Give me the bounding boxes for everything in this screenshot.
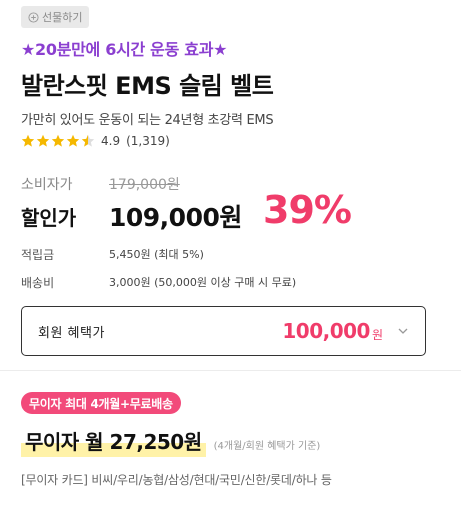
rating-score: 4.9 (101, 134, 121, 148)
list-price-label: 소비자가 (21, 177, 73, 193)
star-icon (66, 134, 80, 147)
promo-headline: ★20분만에 6시간 운동 효과★ (21, 40, 228, 59)
star-icon (51, 134, 65, 147)
chevron-down-icon (398, 328, 408, 334)
gift-button[interactable]: 선물하기 (21, 6, 90, 28)
points-value: 5,450원 (최대 5%) (109, 248, 204, 261)
list-price: 179,000원 (109, 177, 180, 193)
product-title: 발란스핏 EMS 슬림 벨트 (21, 72, 274, 100)
sale-price-label: 할인가 (21, 206, 77, 230)
discount-rate: 39% (263, 188, 352, 232)
installment-badge: 무이자 최대 4개월+무료배송 (21, 392, 181, 414)
shipping-label: 배송비 (21, 276, 55, 290)
member-price-dropdown[interactable]: 회원 혜택가 100,000 원 (21, 306, 426, 356)
member-price-label: 회원 혜택가 (38, 325, 105, 341)
section-divider (0, 370, 461, 371)
sale-price: 109,000원 (109, 203, 242, 232)
installment-row: 무이자 월 27,250원 (4개월/회원 혜택가 기준) (21, 426, 320, 457)
star-rating (21, 134, 95, 148)
product-subtitle: 가만히 있어도 운동이 되는 24년형 초강력 EMS (21, 113, 274, 128)
review-count: (1,319) (126, 134, 170, 148)
star-icon (36, 134, 50, 147)
star-icon (81, 134, 95, 147)
points-label: 적립금 (21, 248, 55, 262)
shipping-value: 3,000원 (50,000원 이상 구매 시 무료) (109, 276, 297, 289)
star-icon (21, 134, 35, 147)
member-price: 100,000 (282, 319, 370, 343)
member-price-unit: 원 (371, 327, 383, 342)
installment-amount: 무이자 월 27,250원 (21, 426, 206, 457)
installment-cards: [무이자 카드] 비씨/우리/농협/삼성/현대/국민/신한/롯데/하나 등 (21, 473, 332, 487)
gift-icon (28, 11, 39, 23)
rating-row[interactable]: 4.9 (1,319) (21, 134, 170, 148)
gift-button-label: 선물하기 (42, 11, 83, 24)
installment-note: (4개월/회원 혜택가 기준) (213, 441, 321, 452)
